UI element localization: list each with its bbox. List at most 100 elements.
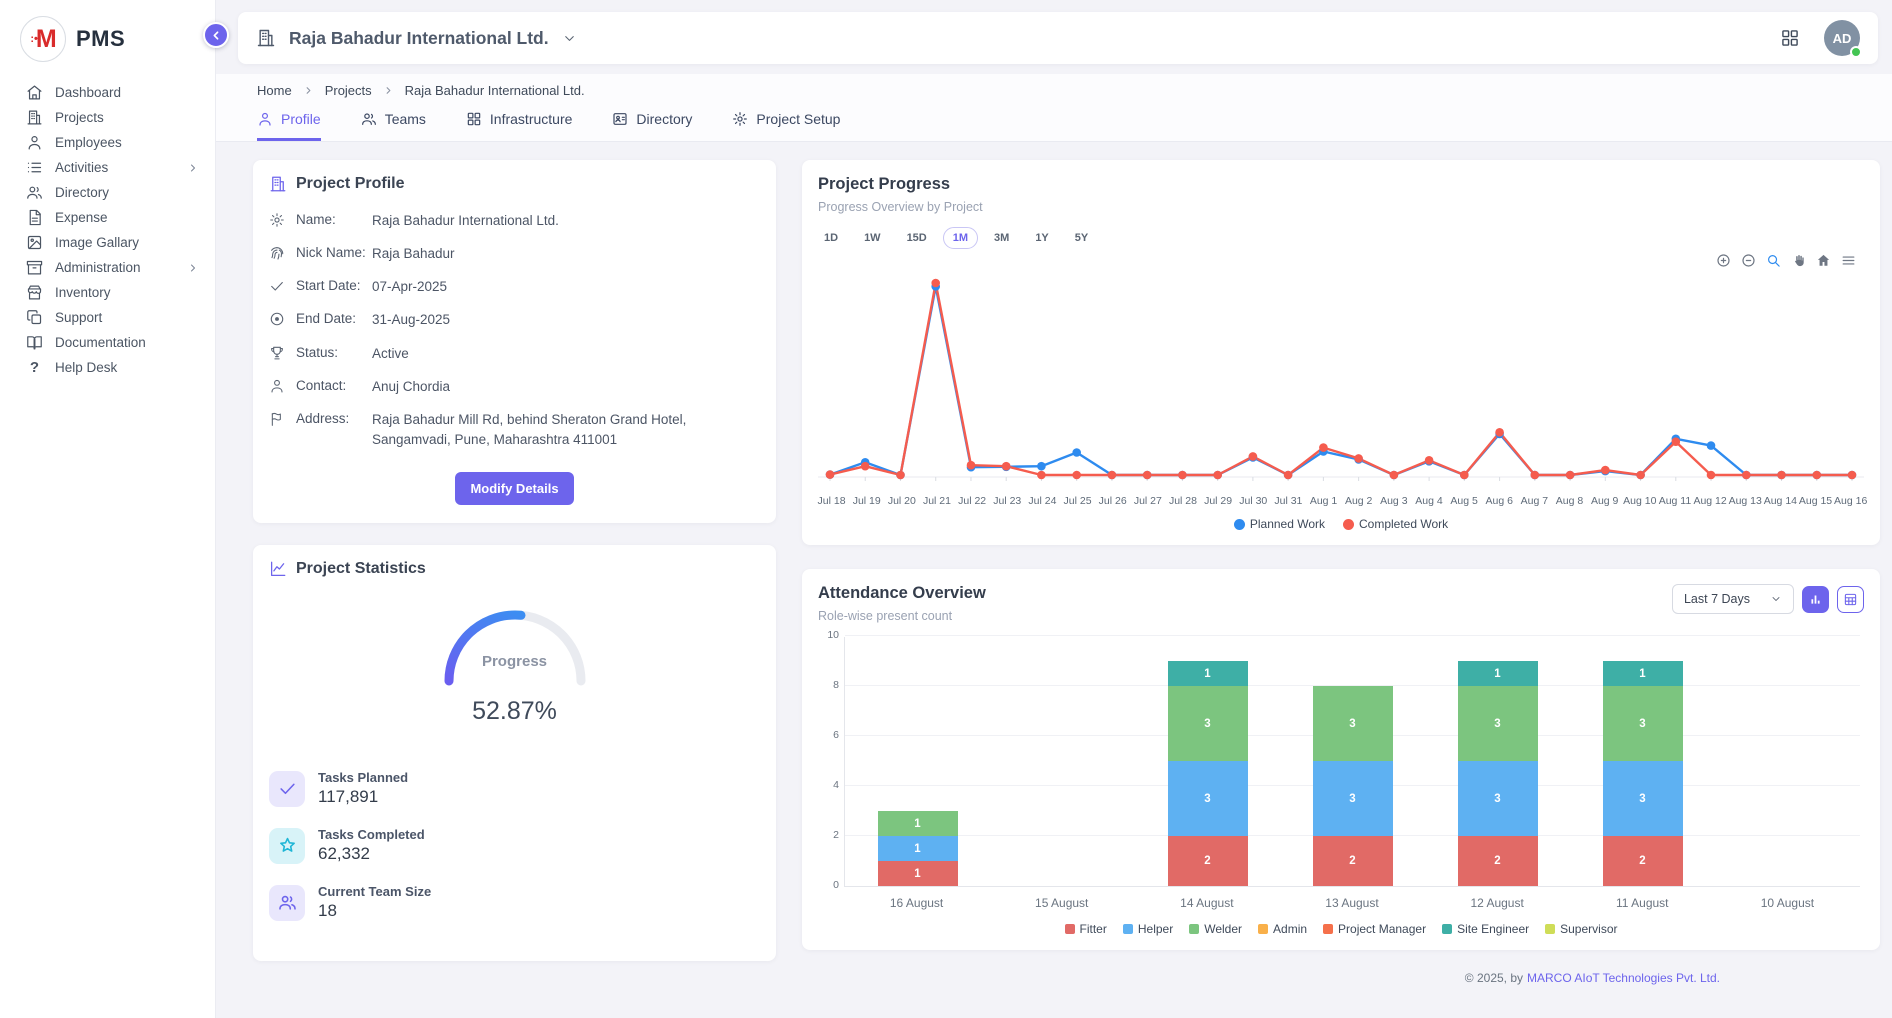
x-tick-label: 10 August	[1715, 896, 1860, 910]
sidebar-item-inventory[interactable]: Inventory	[0, 280, 215, 305]
tab-project-setup[interactable]: Project Setup	[732, 111, 840, 141]
bar-column-15-august	[990, 637, 1135, 886]
bar-segment-welder: 3	[1603, 686, 1683, 761]
range-1w[interactable]: 1W	[854, 227, 891, 249]
range-1d[interactable]: 1D	[814, 227, 848, 249]
bar-column-14-august: 2331	[1135, 637, 1280, 886]
page-content: Project Profile Name:Raja Bahadur Intern…	[216, 142, 1892, 961]
company-selector[interactable]: Raja Bahadur International Ltd.	[256, 28, 577, 49]
legend-item-project-manager[interactable]: Project Manager	[1323, 922, 1426, 936]
bar-chart-view-button[interactable]	[1802, 586, 1829, 613]
field-value: 07-Apr-2025	[372, 277, 760, 297]
footer: © 2025, by MARCO AIoT Technologies Pvt. …	[216, 961, 1892, 985]
chevron-down-icon	[562, 31, 577, 46]
legend-item-admin[interactable]: Admin	[1258, 922, 1307, 936]
building-icon	[269, 175, 287, 193]
x-tick-label: 15 August	[989, 896, 1134, 910]
breadcrumb-item[interactable]: Home	[257, 83, 292, 98]
archive-icon	[26, 259, 43, 276]
list-icon	[26, 159, 43, 176]
profile-field-status: Status:Active	[253, 337, 776, 370]
sidebar-item-documentation[interactable]: Documentation	[0, 330, 215, 355]
gauge-label: Progress	[437, 653, 593, 670]
progress-gauge: Progress	[437, 601, 593, 689]
tab-infrastructure[interactable]: Infrastructure	[466, 111, 572, 141]
home-icon	[26, 84, 43, 101]
online-status-dot	[1850, 46, 1862, 58]
x-tick-label: Aug 15	[1798, 495, 1833, 507]
modify-details-button[interactable]: Modify Details	[455, 472, 573, 505]
x-tick-label: 16 August	[844, 896, 989, 910]
breadcrumb-chevron-icon	[303, 85, 314, 96]
legend-label: Site Engineer	[1457, 922, 1529, 936]
sidebar-item-employees[interactable]: Employees	[0, 130, 215, 155]
profile-field-nickname: Nick Name:Raja Bahadur	[253, 237, 776, 270]
range-5y[interactable]: 5Y	[1065, 227, 1098, 249]
y-tick-label: 4	[815, 779, 839, 791]
legend-item-fitter[interactable]: Fitter	[1065, 922, 1107, 936]
attendance-header: Attendance Overview Role-wise present co…	[802, 569, 1880, 623]
footer-company-link[interactable]: MARCO AIoT Technologies Pvt. Ltd.	[1527, 971, 1720, 985]
range-3m[interactable]: 3M	[984, 227, 1019, 249]
breadcrumb-chevron-icon	[383, 85, 394, 96]
reset-zoom-icon[interactable]	[1816, 253, 1831, 269]
header-actions: AD	[1780, 20, 1860, 56]
legend-label: Project Manager	[1338, 922, 1426, 936]
legend-item-planned-work[interactable]: Planned Work	[1234, 517, 1325, 531]
range-15d[interactable]: 15D	[897, 227, 937, 249]
zoom-in-icon[interactable]	[1716, 253, 1731, 269]
legend-item-completed-work[interactable]: Completed Work	[1343, 517, 1448, 531]
bar-columns: 111233123323312331	[845, 637, 1860, 886]
sidebar-item-expense[interactable]: Expense	[0, 205, 215, 230]
x-tick-label: 12 August	[1425, 896, 1570, 910]
chart-toolbar	[802, 253, 1880, 269]
date-range-select[interactable]: Last 7 Days	[1672, 584, 1794, 614]
x-tick-label: Aug 10	[1622, 495, 1657, 507]
stat-value: 62,332	[318, 844, 425, 864]
stat-value: 18	[318, 901, 431, 921]
project-profile-card: Project Profile Name:Raja Bahadur Intern…	[253, 160, 776, 523]
sidebar-item-dashboard[interactable]: Dashboard	[0, 80, 215, 105]
tab-label: Directory	[636, 111, 692, 127]
breadcrumb-item[interactable]: Projects	[325, 83, 372, 98]
x-tick-label: Jul 30	[1236, 495, 1271, 507]
tab-profile[interactable]: Profile	[257, 111, 321, 141]
check-icon	[269, 277, 296, 294]
menu-icon[interactable]	[1841, 253, 1856, 269]
range-1m[interactable]: 1M	[943, 227, 978, 249]
pan-icon[interactable]	[1791, 253, 1806, 269]
line-chart-legend: Planned Work Completed Work	[802, 507, 1880, 545]
legend-item-welder[interactable]: Welder	[1189, 922, 1242, 936]
x-tick-label: Jul 28	[1165, 495, 1200, 507]
legend-marker	[1123, 924, 1133, 934]
bar-segment-fitter: 1	[878, 861, 958, 886]
profile-field-startdate: Start Date:07-Apr-2025	[253, 271, 776, 304]
legend-item-site-engineer[interactable]: Site Engineer	[1442, 922, 1529, 936]
idcard-icon	[612, 111, 628, 127]
y-tick-label: 0	[815, 879, 839, 891]
sidebar-collapse-button[interactable]	[203, 22, 229, 48]
zoom-out-icon[interactable]	[1741, 253, 1756, 269]
sidebar-item-directory[interactable]: Directory	[0, 180, 215, 205]
sidebar-item-image-gallary[interactable]: Image Gallary	[0, 230, 215, 255]
range-1y[interactable]: 1Y	[1025, 227, 1058, 249]
legend-item-helper[interactable]: Helper	[1123, 922, 1173, 936]
tab-directory[interactable]: Directory	[612, 111, 692, 141]
attendance-bar-plot: 0246810111233123323312331	[844, 637, 1860, 887]
sidebar-item-administration[interactable]: Administration	[0, 255, 215, 280]
user-avatar[interactable]: AD	[1824, 20, 1860, 56]
legend-item-supervisor[interactable]: Supervisor	[1545, 922, 1617, 936]
stat-label: Tasks Completed	[318, 827, 425, 842]
selection-zoom-icon[interactable]	[1766, 253, 1781, 269]
sidebar-item-support[interactable]: Support	[0, 305, 215, 330]
help-icon: ?	[26, 359, 43, 376]
apps-grid-button[interactable]	[1780, 28, 1800, 48]
tab-teams[interactable]: Teams	[361, 111, 426, 141]
sidebar-item-help-desk[interactable]: ?Help Desk	[0, 355, 215, 380]
sidebar-item-label: Projects	[55, 110, 199, 125]
sidebar-item-activities[interactable]: Activities	[0, 155, 215, 180]
sidebar-item-projects[interactable]: Projects	[0, 105, 215, 130]
table-view-button[interactable]	[1837, 586, 1864, 613]
attendance-chart: 0246810111233123323312331 16 August15 Au…	[802, 623, 1880, 910]
users-icon	[269, 885, 305, 921]
